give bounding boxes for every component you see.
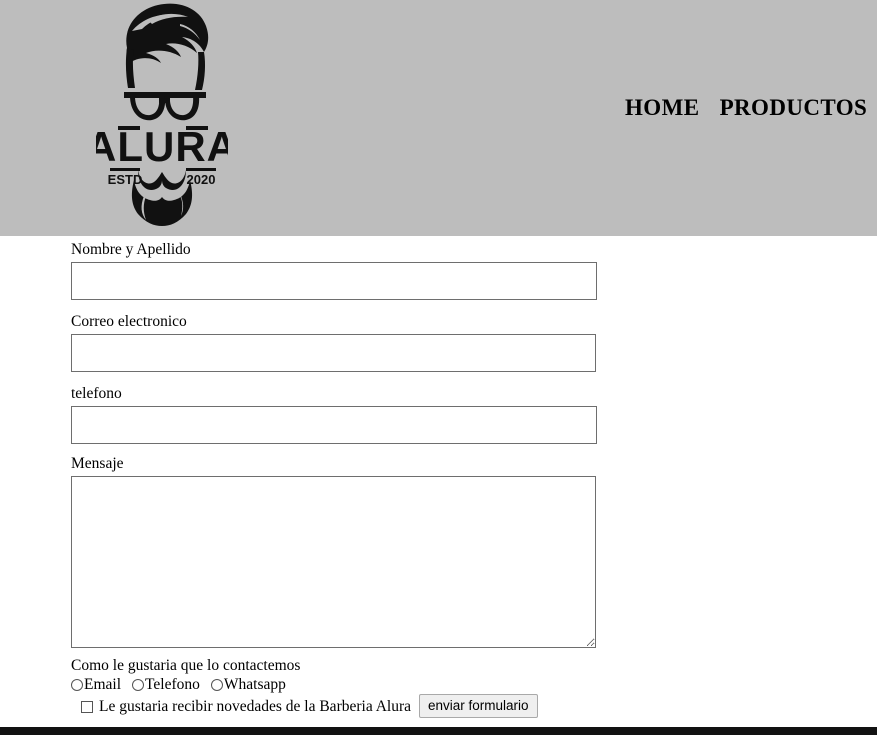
correo-input[interactable]: [71, 334, 596, 372]
svg-text:ALURA: ALURA: [96, 123, 228, 170]
radio-whatsapp-label: Whatsapp: [223, 676, 286, 693]
contact-method-question: Como le gustaria que lo contactemos: [71, 657, 301, 674]
radio-email[interactable]: [71, 679, 83, 691]
radio-whatsapp[interactable]: [210, 679, 223, 691]
radio-telefono[interactable]: [132, 679, 145, 691]
site-footer-strip: [0, 727, 877, 735]
label-correo: Correo electronico: [71, 313, 187, 330]
nav-item-productos[interactable]: PRODUCTOS: [720, 93, 868, 123]
newsletter-label: Le gustaria recibir novedades de la Barb…: [99, 698, 412, 715]
label-telefono: telefono: [71, 385, 122, 402]
site-header: ALURA ESTD 2020 HOME PRODUCTOS C: [0, 0, 877, 236]
submit-button[interactable]: enviar formulario: [419, 694, 538, 718]
main-navigation[interactable]: HOME PRODUCTOS C: [625, 93, 877, 123]
newsletter-option[interactable]: Le gustaria recibir novedades de la Barb…: [71, 698, 411, 715]
radio-option-email[interactable]: Email: [71, 676, 132, 693]
newsletter-checkbox[interactable]: [81, 701, 93, 713]
nav-item-home[interactable]: HOME: [625, 93, 699, 123]
newsletter-row[interactable]: Le gustaria recibir novedades de la Barb…: [71, 694, 831, 718]
svg-text:ESTD: ESTD: [108, 172, 143, 187]
contact-form: Nombre y Apellido Correo electronico tel…: [71, 236, 831, 718]
contact-method-radio-group[interactable]: Email Telefono Whatsapp: [71, 675, 831, 694]
alura-barber-logo[interactable]: ALURA ESTD 2020: [96, 0, 228, 226]
radio-option-whatsapp[interactable]: Whatsapp: [210, 676, 297, 693]
radio-telefono-label: Telefono: [145, 676, 200, 693]
label-nombre: Nombre y Apellido: [71, 241, 191, 258]
nombre-input[interactable]: [71, 262, 597, 300]
mensaje-textarea[interactable]: [71, 476, 596, 648]
telefono-input[interactable]: [71, 406, 597, 444]
radio-email-label: Email: [84, 676, 122, 693]
radio-option-telefono[interactable]: Telefono: [132, 676, 211, 693]
label-mensaje: Mensaje: [71, 455, 124, 472]
